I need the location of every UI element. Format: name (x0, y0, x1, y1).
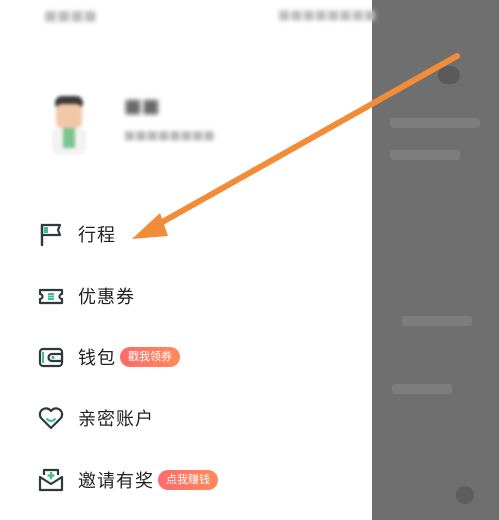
wallet-icon (38, 347, 64, 368)
menu-item-label: 行程 (78, 225, 116, 246)
username[interactable]: ■■ (124, 95, 160, 117)
menu-item-label: 邀请有奖 (78, 471, 154, 492)
menu-item-label: 亲密账户 (78, 409, 154, 430)
phone-screen: ■■■■ ■■■■■■■■ ■■ ■■■■■■■■ 行程 优惠券 钱包 戳我领券… (0, 0, 499, 520)
menu-item-coupons[interactable]: 优惠券 (36, 278, 135, 314)
side-drawer: ■■■■ ■■■■■■■■ ■■ ■■■■■■■■ 行程 优惠券 钱包 戳我领券… (0, 0, 376, 520)
background-text-line (392, 384, 452, 394)
status-icons: ■■■■■■■■ (278, 8, 377, 23)
heart-icon (38, 407, 64, 430)
status-bar: ■■■■ ■■■■■■■■ (0, 0, 376, 36)
menu-item-label: 钱包 (78, 348, 116, 369)
background-icon (456, 486, 474, 504)
menu-item-invite[interactable]: 邀请有奖 点我赚钱 (36, 462, 218, 498)
background-text-line (390, 150, 460, 160)
menu-item-wallet[interactable]: 钱包 戳我领券 (36, 339, 180, 375)
background-text-line (402, 316, 472, 326)
menu-item-trips[interactable]: 行程 (36, 216, 116, 252)
wallet-promo-badge[interactable]: 戳我领券 (120, 347, 180, 367)
menu-item-label: 优惠券 (78, 287, 135, 308)
coupon-icon (38, 288, 64, 305)
background-text-line (390, 118, 480, 128)
invite-gift-icon (38, 468, 64, 492)
invite-promo-badge[interactable]: 点我赚钱 (158, 470, 218, 490)
menu-item-family-account[interactable]: 亲密账户 (36, 400, 154, 436)
flag-icon (40, 223, 62, 247)
avatar[interactable] (48, 94, 90, 156)
background-icon (438, 66, 460, 84)
user-subtitle: ■■■■■■■■ (124, 128, 215, 142)
dimmed-background-page[interactable] (372, 0, 499, 520)
status-time: ■■■■ (44, 8, 97, 24)
